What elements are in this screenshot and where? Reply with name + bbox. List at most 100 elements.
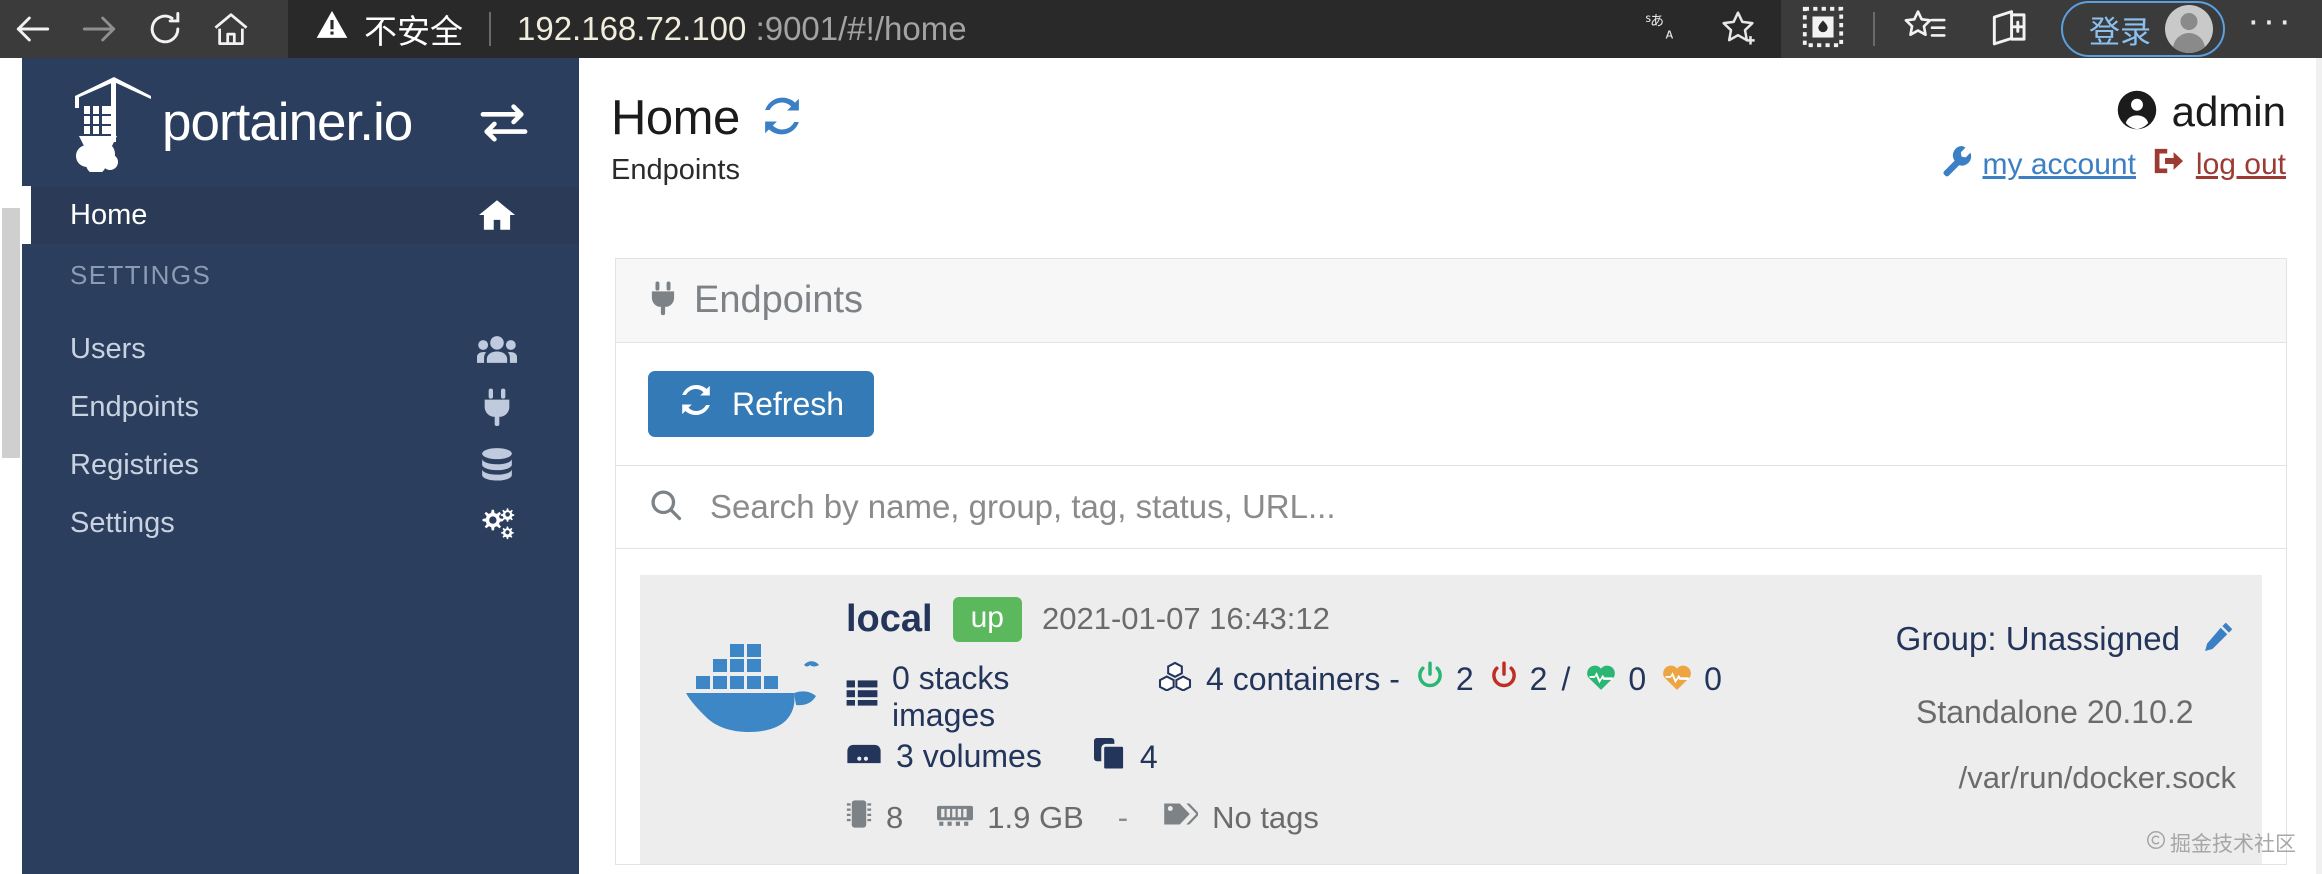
watermark: 掘金技术社区: [2146, 828, 2296, 858]
endpoint-details: local up 2021-01-07 16:43:12 0 stacks im…: [836, 597, 1766, 838]
search-input[interactable]: [710, 488, 2254, 526]
images-count: 4: [1139, 739, 1158, 775]
running-containers: 2: [1414, 660, 1474, 700]
endpoint-group-label: Group: Unassigned: [1895, 619, 2180, 657]
memory-label: 1.9 GB: [987, 799, 1084, 835]
sidebar-section-label: SETTINGS: [70, 259, 212, 290]
user-links: my account log out: [1941, 144, 2286, 186]
meta-separator: -: [1117, 799, 1129, 835]
sync-refresh-icon: [678, 382, 714, 426]
endpoint-socket: /var/run/docker.sock: [1958, 760, 2236, 795]
wrench-icon: [1941, 144, 1975, 186]
sidebar-item-label: Users: [70, 332, 146, 365]
endpoint-kind: Standalone 20.10.2: [1916, 694, 2194, 730]
healthy-containers: 0: [1584, 661, 1646, 699]
heartbeat-orange-icon: [1660, 661, 1694, 699]
security-status[interactable]: 不安全: [314, 5, 463, 53]
images-clone-icon: [1093, 737, 1126, 778]
stat-memory: 1.9 GB: [937, 800, 1084, 836]
split-screen-button[interactable]: [1967, 0, 2051, 58]
reload-icon: [143, 7, 187, 51]
back-arrow-icon: [11, 7, 55, 51]
address-bar[interactable]: 不安全 192.168.72.100 :9001/#!/home ᔆ あ ᴀ: [288, 0, 1782, 58]
copyright-icon: [2146, 830, 2166, 856]
collections-icon: [1800, 4, 1846, 55]
running-count: 2: [1455, 661, 1474, 697]
forward-button[interactable]: [66, 0, 132, 58]
translate-button[interactable]: ᔆ あ ᴀ: [1627, 0, 1701, 58]
profile-avatar-icon: [2165, 5, 2214, 53]
stat-cpu: 8: [846, 798, 903, 838]
containers-label: 4 containers -: [1206, 661, 1400, 697]
url-host: 192.168.72.100: [517, 10, 747, 47]
plug-icon: [477, 387, 517, 427]
search-icon: [648, 487, 684, 528]
brand-header[interactable]: portainer.io: [22, 58, 579, 186]
add-favorite-button[interactable]: [1701, 0, 1775, 58]
collections-button[interactable]: [1781, 0, 1865, 58]
page-scroll-track[interactable]: [2, 208, 20, 458]
favorites-bar-button[interactable]: [1883, 0, 1967, 58]
heartbeat-green-icon: [1584, 661, 1618, 699]
url-text[interactable]: 192.168.72.100 :9001/#!/home: [517, 10, 967, 48]
user-name: admin: [2171, 88, 2286, 135]
home-icon: [209, 7, 253, 51]
pencil-edit-icon[interactable]: [2202, 619, 2236, 658]
power-on-icon: [1414, 660, 1446, 700]
stat-volumes: 3 volumes: [846, 738, 1042, 775]
warning-triangle-icon: [314, 7, 350, 51]
portainer-crane-logo-icon: [62, 72, 154, 174]
collapse-sidebar-icon[interactable]: [477, 95, 531, 149]
favorites-list-icon: [1902, 6, 1948, 53]
url-path: :9001/#!/home: [755, 10, 967, 47]
stopped-containers: 2: [1488, 660, 1548, 700]
sidebar-item-label: Registries: [70, 448, 199, 481]
brand-title: portainer.io: [162, 92, 413, 152]
user-row: admin: [1941, 88, 2286, 136]
omnibox-divider: [489, 12, 491, 46]
log-out-link[interactable]: log out: [2152, 144, 2286, 186]
sidebar-item-home[interactable]: Home: [22, 186, 579, 244]
endpoint-list-item[interactable]: local up 2021-01-07 16:43:12 0 stacks im…: [640, 575, 2262, 864]
back-button[interactable]: [0, 0, 66, 58]
sidebar-item-settings[interactable]: Settings: [22, 494, 579, 552]
page-header: Home Endpoints admin my account log out: [579, 58, 2322, 194]
search-bar: [616, 465, 2286, 549]
power-off-icon: [1488, 660, 1520, 700]
endpoint-timestamp: 2021-01-07 16:43:12: [1041, 601, 1330, 637]
sidebar-item-label: Endpoints: [70, 390, 199, 423]
gears-icon: [477, 503, 517, 543]
endpoint-stats-row: 0 stacks images 4 containers - 2 2 / 0 0…: [846, 660, 1766, 778]
plug-icon: [648, 280, 678, 321]
user-block: admin my account log out: [1941, 88, 2286, 186]
page-vertical-scrollbar[interactable]: [2316, 58, 2322, 874]
my-account-link[interactable]: my account: [1941, 144, 2136, 186]
stacks-list-icon: [846, 678, 878, 715]
stopped-count: 2: [1529, 661, 1548, 697]
database-icon: [477, 445, 517, 485]
refresh-button[interactable]: Refresh: [648, 371, 875, 437]
browser-home-button[interactable]: [198, 0, 264, 58]
users-group-icon: [477, 329, 517, 369]
more-options-button[interactable]: ···: [2241, 2, 2312, 56]
left-gutter: [0, 58, 22, 874]
endpoints-card: Endpoints Refresh Search by name, group,…: [615, 258, 2287, 865]
browser-toolbar: 不安全 192.168.72.100 :9001/#!/home ᔆ あ ᴀ 登…: [0, 0, 2322, 58]
page-viewport: portainer.io Home SETTINGS Users Endpoin…: [0, 58, 2322, 874]
endpoint-list: local up 2021-01-07 16:43:12 0 stacks im…: [616, 549, 2286, 864]
sidebar-item-endpoints[interactable]: Endpoints: [22, 378, 579, 436]
cpu-count: 8: [886, 799, 904, 835]
sync-refresh-icon[interactable]: [760, 94, 804, 143]
star-outline-icon: [1718, 7, 1758, 52]
sidebar-item-users[interactable]: Users: [22, 320, 579, 378]
sign-out-icon: [2152, 144, 2188, 186]
my-account-label: my account: [1982, 148, 2136, 181]
healthy-count: 0: [1628, 661, 1647, 697]
refresh-button-label: Refresh: [732, 385, 845, 422]
sign-in-button[interactable]: 登录: [2061, 1, 2226, 57]
stat-tags: No tags: [1162, 800, 1319, 836]
sidebar-item-registries[interactable]: Registries: [22, 436, 579, 494]
sidebar-section-settings: SETTINGS: [22, 244, 579, 306]
reload-button[interactable]: [132, 0, 198, 58]
